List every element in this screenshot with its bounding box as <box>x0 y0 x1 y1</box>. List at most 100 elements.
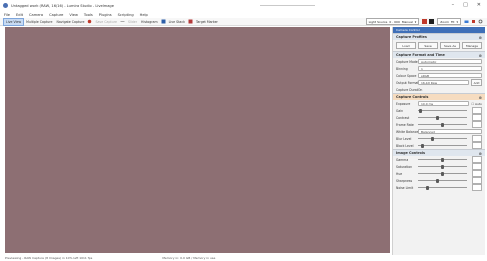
white-balance-label: White Balance <box>396 129 418 134</box>
menu-scripting[interactable]: Scripting <box>118 13 134 17</box>
blur-level-value-input[interactable] <box>472 135 482 142</box>
live-stack-button[interactable]: Live Stack <box>167 19 187 25</box>
noise-limit-row: Noise Limit <box>393 184 485 191</box>
output-format-label: Output Format <box>396 80 418 85</box>
collapse-icon[interactable]: ⊗ <box>479 35 482 40</box>
sharpness-label: Sharpness <box>396 178 413 183</box>
slider-knob[interactable] <box>441 164 444 169</box>
menu-tools[interactable]: Tools <box>84 13 93 17</box>
save-capture-button[interactable]: Save Capture <box>93 19 119 25</box>
section-capture-profiles[interactable]: Capture Profiles ⊗ <box>393 33 485 40</box>
noise-limit-value-input[interactable] <box>472 184 482 191</box>
slider-knob[interactable] <box>436 178 440 183</box>
slider-knob[interactable] <box>441 157 444 162</box>
minimize-button[interactable]: – <box>452 2 455 8</box>
hue-slider[interactable] <box>418 171 467 176</box>
close-button[interactable]: ✕ <box>477 2 481 8</box>
white-balance-select[interactable]: Balanced <box>418 129 482 134</box>
slider-icon[interactable] <box>120 19 125 24</box>
section-capture-controls[interactable]: Capture Controls ⊗ <box>393 93 485 100</box>
contrast-slider[interactable] <box>418 115 467 120</box>
capture-mode-row: Capture Mode Automatic <box>393 58 485 65</box>
collapse-icon[interactable]: ⊗ <box>479 95 482 100</box>
live-view-button[interactable]: Live View <box>3 17 25 26</box>
hue-value-input[interactable] <box>472 170 482 177</box>
toolbar: Live View Multiple Capture Navigate Capt… <box>0 17 487 26</box>
light-source-select[interactable]: Light Source 0 . 000 Manual ▾ <box>365 18 420 25</box>
frame-rate-value-input[interactable] <box>472 121 482 128</box>
target-marker-button[interactable]: Target Marker <box>194 19 220 25</box>
auto-checkbox[interactable]: ☐ Auto <box>471 102 482 106</box>
output-format-select[interactable]: 16-bit Raw <box>418 80 469 85</box>
camera-icon[interactable] <box>464 19 469 24</box>
gain-slider[interactable] <box>418 108 467 113</box>
collapse-icon[interactable]: ⊗ <box>479 53 482 58</box>
menu-edit[interactable]: Edit <box>16 13 23 17</box>
hue-row: Hue <box>393 170 485 177</box>
live-stack-icon[interactable] <box>161 19 166 24</box>
saturation-value-input[interactable] <box>472 163 482 170</box>
frame-rate-label: Frame Rate <box>396 122 414 127</box>
sharpness-slider[interactable] <box>418 178 467 183</box>
capture-duration-value[interactable]: On <box>418 88 422 92</box>
save-button[interactable]: Save <box>418 42 438 49</box>
gain-label: Gain <box>396 108 404 113</box>
status-bar: Previewing - RAW Capture (8 Images) in 1… <box>0 255 487 261</box>
white-balance-row: White Balance Balanced <box>393 128 485 135</box>
control-panel: Camera Control Capture Profiles ⊗ Load S… <box>392 27 485 255</box>
exposure-input[interactable]: 10.0 ms <box>418 101 470 106</box>
noise-limit-slider[interactable] <box>418 185 467 190</box>
black-level-value-input[interactable] <box>472 142 482 149</box>
colour-space-select[interactable]: sRGB <box>418 73 482 78</box>
gamma-slider[interactable] <box>418 157 467 162</box>
add-format-button[interactable]: Add <box>471 79 482 86</box>
swatch-red-icon[interactable] <box>422 19 428 24</box>
sharpness-value-input[interactable] <box>472 177 482 184</box>
menu-camera[interactable]: Camera <box>29 13 43 17</box>
menu-capture[interactable]: Capture <box>49 13 63 17</box>
section-capture-format[interactable]: Capture Format and Time ⊗ <box>393 51 485 58</box>
black-level-row: Black Level <box>393 142 485 149</box>
output-format-row: Output Format 16-bit Raw Add <box>393 79 485 86</box>
slider-knob[interactable] <box>431 136 435 141</box>
target-marker-icon[interactable] <box>188 19 193 24</box>
zoom-select[interactable]: Zoom Fit ▾ <box>437 18 461 25</box>
stop-icon[interactable] <box>471 19 476 24</box>
navigate-capture-button[interactable]: Navigate Capture <box>54 19 86 25</box>
status-left: Previewing - RAW Capture (8 Images) in 1… <box>5 256 93 260</box>
capture-mode-label: Capture Mode <box>396 59 418 64</box>
save-as-button[interactable]: Save As <box>440 42 460 49</box>
saturation-slider[interactable] <box>418 164 467 169</box>
slider-knob[interactable] <box>426 185 430 190</box>
swatch-black-icon[interactable] <box>429 19 435 24</box>
binning-select[interactable]: 1 <box>418 66 482 71</box>
slider-knob[interactable] <box>421 143 425 148</box>
load-button[interactable]: Load <box>396 42 416 49</box>
capture-mode-select[interactable]: Automatic <box>418 59 482 64</box>
multiple-capture-button[interactable]: Multiple Capture <box>24 19 54 25</box>
slider-button[interactable]: Slider <box>126 19 139 25</box>
gain-value-input[interactable] <box>472 107 482 114</box>
menu-view[interactable]: View <box>69 13 78 17</box>
slider-knob[interactable] <box>441 122 444 127</box>
menu-help[interactable]: Help <box>140 13 148 17</box>
maximize-button[interactable]: □ <box>463 2 468 8</box>
gamma-value-input[interactable] <box>472 156 482 163</box>
frame-rate-slider[interactable] <box>418 122 467 127</box>
histogram-button[interactable]: Histogram <box>139 19 160 25</box>
settings-icon[interactable] <box>478 19 483 24</box>
camera-preview[interactable] <box>5 27 390 253</box>
menu-plugins[interactable]: Plugins <box>99 13 112 17</box>
record-icon[interactable] <box>87 19 92 24</box>
slider-knob[interactable] <box>418 108 422 113</box>
blur-level-slider[interactable] <box>418 136 467 141</box>
collapse-icon[interactable]: ⊗ <box>479 151 482 156</box>
contrast-value-input[interactable] <box>472 114 482 121</box>
menu-file[interactable]: File <box>4 13 10 17</box>
slider-knob[interactable] <box>436 115 440 120</box>
manage-button[interactable]: Manage <box>462 42 482 49</box>
black-level-slider[interactable] <box>418 143 467 148</box>
slider-knob[interactable] <box>441 171 444 176</box>
section-image-controls[interactable]: Image Controls ⊗ <box>393 149 485 156</box>
section-title: Capture Controls <box>396 95 429 99</box>
